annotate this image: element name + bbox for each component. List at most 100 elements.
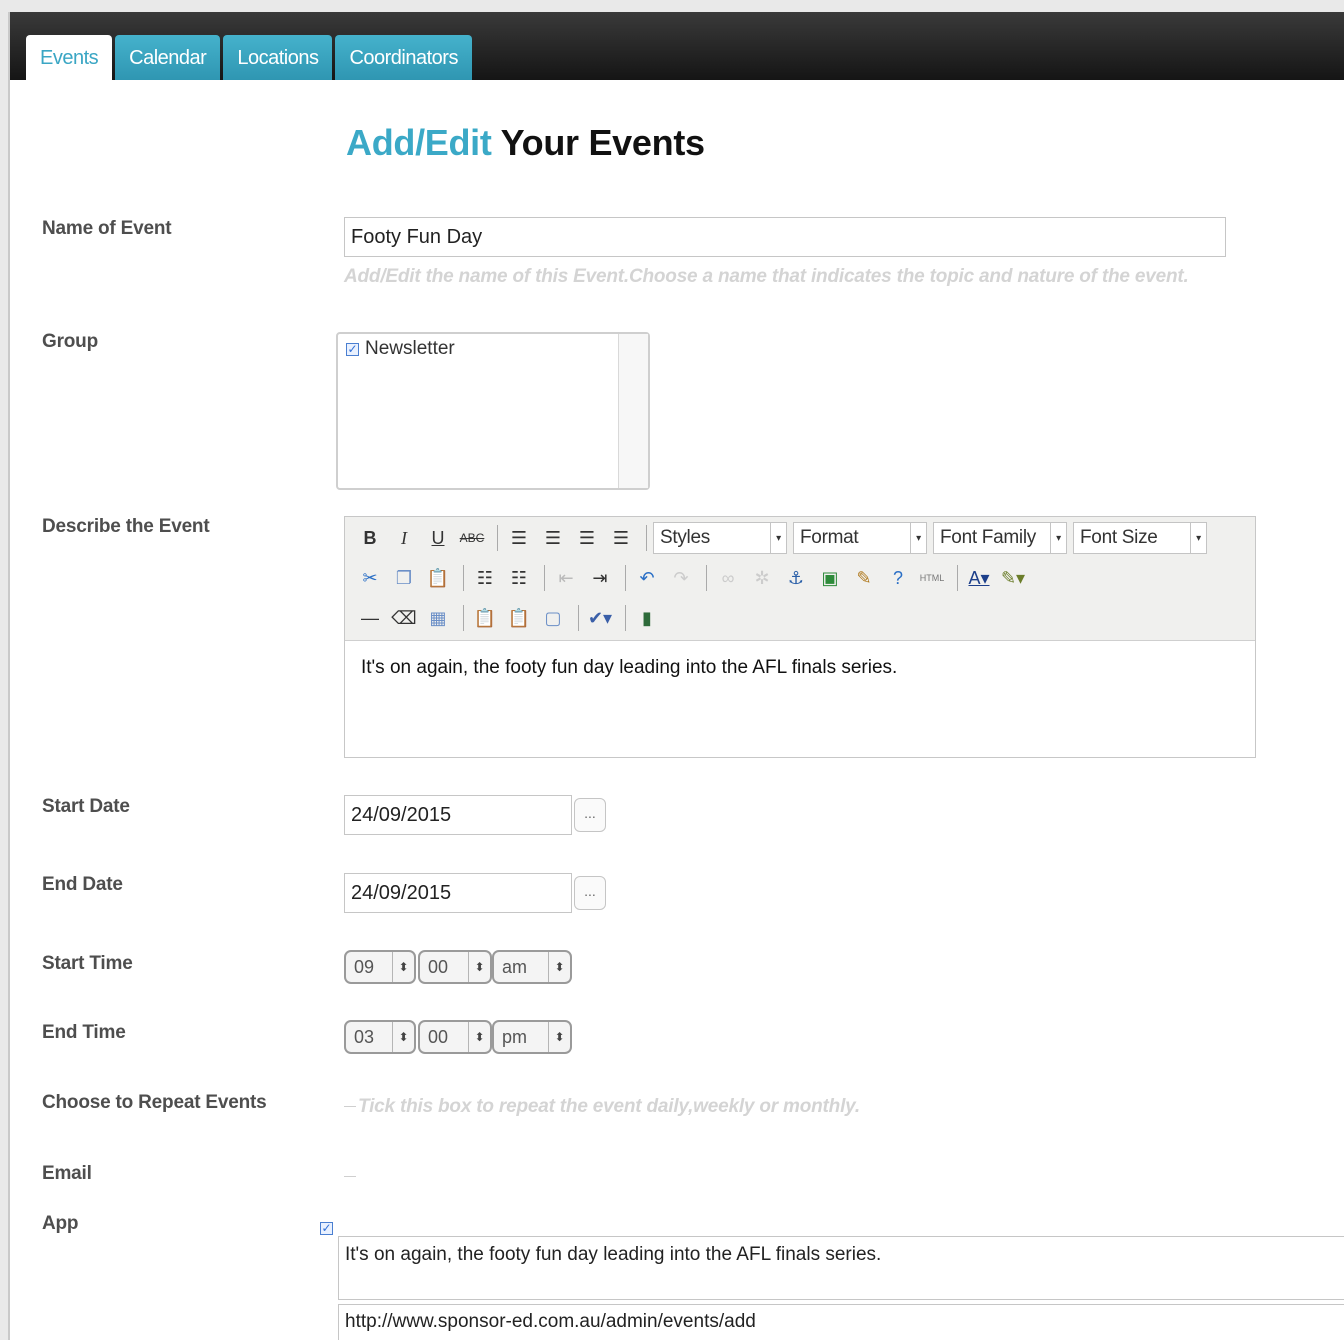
underline-icon[interactable]: U [423, 523, 453, 553]
start-time-label: Start Time [42, 953, 133, 974]
indent-icon[interactable]: ⇥ [585, 563, 615, 593]
editor-content[interactable]: It's on again, the footy fun day leading… [361, 657, 897, 679]
app-url-input[interactable]: http://www.sponsor-ed.com.au/admin/event… [338, 1304, 1344, 1340]
font-family-select[interactable]: Font Family ▾ [933, 522, 1067, 554]
link-icon[interactable]: ∞ [713, 563, 743, 593]
end-ampm-value: pm [502, 1026, 528, 1047]
strikethrough-icon[interactable]: ABC [457, 523, 487, 553]
checkbox-checked-icon[interactable]: ✓ [346, 342, 359, 356]
end-ampm-select[interactable]: pm ⬍ [492, 1020, 572, 1054]
dropdown-arrow-icon: ▾ [1050, 523, 1066, 553]
font-size-select-label: Font Size [1080, 527, 1158, 548]
tab-locations[interactable]: Locations [223, 35, 333, 80]
toolbar-separator [625, 605, 626, 631]
visual-aid-icon[interactable]: ▦ [423, 603, 453, 633]
styles-select-label: Styles [660, 527, 710, 548]
tab-bar: Events Calendar Locations Coordinators [26, 35, 475, 80]
toolbar-separator [463, 605, 464, 631]
start-date-label: Start Date [42, 796, 130, 817]
toolbar-separator [646, 525, 647, 551]
app-checkbox-checked-icon[interactable]: ✓ [320, 1222, 333, 1235]
media-icon[interactable]: ▮ [632, 603, 662, 633]
app-description-textarea[interactable]: It's on again, the footy fun day leading… [338, 1236, 1344, 1300]
end-date-label: End Date [42, 874, 123, 895]
toolbar-separator [544, 565, 545, 591]
image-icon[interactable]: ▣ [815, 563, 845, 593]
end-date-input[interactable]: 24/09/2015 [344, 873, 572, 913]
describe-event-label: Describe the Event [42, 516, 210, 537]
tab-calendar[interactable]: Calendar [115, 35, 221, 80]
font-size-select[interactable]: Font Size ▾ [1073, 522, 1207, 554]
end-hour-select[interactable]: 03 ⬍ [344, 1020, 416, 1054]
anchor-icon[interactable]: ⚓ [781, 563, 811, 593]
start-hour-select[interactable]: 09 ⬍ [344, 950, 416, 984]
end-hour-value: 03 [354, 1026, 375, 1047]
remove-format-icon[interactable]: ⌫ [389, 603, 419, 633]
start-ampm-value: am [502, 956, 528, 977]
dropdown-arrow-icon: ▾ [910, 523, 926, 553]
highlight-color-icon[interactable]: ✎▾ [998, 563, 1028, 593]
email-checkbox[interactable] [344, 1176, 356, 1177]
text-color-icon[interactable]: A▾ [964, 563, 994, 593]
start-minute-select[interactable]: 00 ⬍ [418, 950, 492, 984]
numbered-list-icon[interactable]: ☷ [504, 563, 534, 593]
cleanup-icon[interactable]: ✎ [849, 563, 879, 593]
stepper-arrows-icon: ⬍ [548, 1022, 570, 1052]
align-left-icon[interactable]: ☰ [504, 523, 534, 553]
html-icon[interactable]: HTML [917, 563, 947, 593]
paste-text-icon[interactable]: 📋 [470, 603, 500, 633]
align-justify-icon[interactable]: ☰ [606, 523, 636, 553]
cut-icon[interactable]: ✂ [355, 563, 385, 593]
app-window: Events Calendar Locations Coordinators A… [8, 12, 1344, 1340]
unlink-icon[interactable]: ✲ [747, 563, 777, 593]
tab-coordinators[interactable]: Coordinators [335, 35, 472, 80]
group-item-newsletter[interactable]: ✓ Newsletter [346, 338, 455, 360]
italic-icon[interactable]: I [389, 523, 419, 553]
outdent-icon[interactable]: ⇤ [551, 563, 581, 593]
email-label: Email [42, 1163, 92, 1184]
bullet-list-icon[interactable]: ☷ [470, 563, 500, 593]
page-title-accent: Add/Edit [346, 122, 492, 163]
styles-select[interactable]: Styles ▾ [653, 522, 787, 554]
toolbar-separator [578, 605, 579, 631]
font-family-select-label: Font Family [940, 527, 1036, 548]
start-ampm-select[interactable]: am ⬍ [492, 950, 572, 984]
rich-text-editor: B I U ABC ☰ ☰ ☰ ☰ Styles ▾ Format ▾ Font… [344, 516, 1256, 758]
stepper-arrows-icon: ⬍ [392, 1022, 414, 1052]
end-minute-select[interactable]: 00 ⬍ [418, 1020, 492, 1054]
paste-word-icon[interactable]: 📋 [504, 603, 534, 633]
undo-icon[interactable]: ↶ [632, 563, 662, 593]
editor-toolbar: B I U ABC ☰ ☰ ☰ ☰ Styles ▾ Format ▾ Font… [345, 517, 1255, 641]
end-time-label: End Time [42, 1022, 126, 1043]
align-right-icon[interactable]: ☰ [572, 523, 602, 553]
start-date-input[interactable]: 24/09/2015 [344, 795, 572, 835]
format-select[interactable]: Format ▾ [793, 522, 927, 554]
paste-icon[interactable]: 📋 [423, 563, 453, 593]
horizontal-rule-icon[interactable]: — [355, 603, 385, 633]
help-icon[interactable]: ? [883, 563, 913, 593]
start-minute-value: 00 [428, 956, 449, 977]
listbox-scrollbar[interactable] [618, 334, 648, 488]
repeat-hint: Tick this box to repeat the event daily,… [358, 1096, 860, 1117]
align-center-icon[interactable]: ☰ [538, 523, 568, 553]
spellcheck-icon[interactable]: ✔▾ [585, 603, 615, 633]
dropdown-arrow-icon: ▾ [770, 523, 786, 553]
end-date-picker-button[interactable]: ... [574, 876, 606, 910]
copy-icon[interactable]: ❐ [389, 563, 419, 593]
start-hour-value: 09 [354, 956, 375, 977]
toolbar-separator [463, 565, 464, 591]
end-minute-value: 00 [428, 1026, 449, 1047]
tab-events[interactable]: Events [26, 35, 113, 80]
bold-icon[interactable]: B [355, 523, 385, 553]
start-date-picker-button[interactable]: ... [574, 798, 606, 832]
repeat-checkbox[interactable] [344, 1106, 356, 1107]
toolbar-separator [497, 525, 498, 551]
top-navigation-bar: Events Calendar Locations Coordinators [10, 12, 1344, 80]
redo-icon[interactable]: ↷ [666, 563, 696, 593]
event-name-hint: Add/Edit the name of this Event.Choose a… [344, 266, 1189, 287]
event-name-input[interactable]: Footy Fun Day [344, 217, 1226, 257]
select-all-icon[interactable]: ▢ [538, 603, 568, 633]
stepper-arrows-icon: ⬍ [392, 952, 414, 982]
group-listbox[interactable]: ✓ Newsletter [336, 332, 650, 490]
page-title: Add/Edit Your Events [346, 122, 705, 164]
